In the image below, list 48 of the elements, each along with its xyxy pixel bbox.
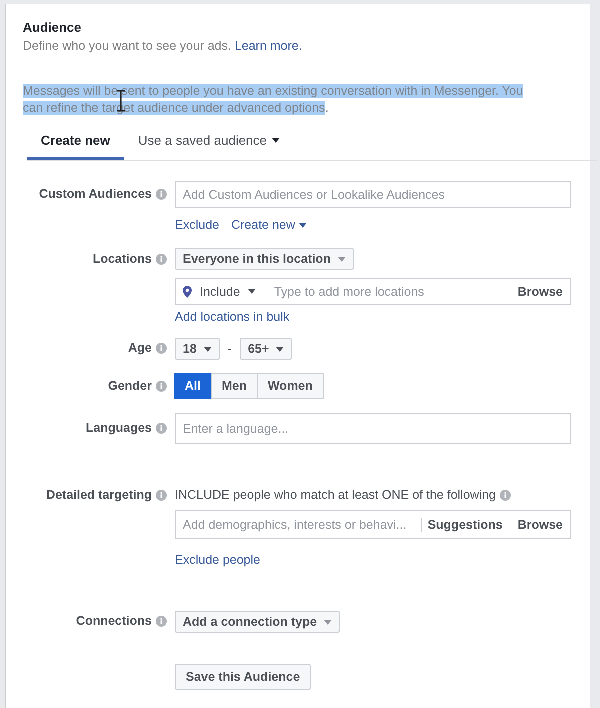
targeting-heading: INCLUDE people who match at least ONE of the following	[175, 488, 496, 502]
field-label: Locations	[92, 252, 152, 266]
info-icon[interactable]	[156, 254, 167, 264]
caret-icon	[276, 346, 284, 352]
connection-type-dropdown[interactable]: Add a connection type	[175, 611, 340, 633]
gender-option[interactable]: All	[174, 373, 212, 399]
learn-more-link[interactable]: Learn more.	[234, 39, 302, 53]
max-age-dropdown[interactable]: 65+	[240, 338, 292, 360]
link[interactable]: Exclude	[175, 218, 220, 232]
age-separator: -	[228, 342, 232, 356]
info-icon[interactable]	[500, 490, 511, 500]
tab[interactable]: Create new	[27, 127, 124, 160]
detailed-targeting-field[interactable]: Add demographics, interests or behavi... Suggestions Browse	[175, 510, 571, 539]
link[interactable]: Create new	[231, 218, 308, 232]
gender-option[interactable]: Men	[210, 373, 258, 399]
save-audience-button[interactable]: Save this Audience	[175, 664, 312, 690]
min-age-dropdown[interactable]: 18	[175, 338, 220, 360]
include-dropdown[interactable]: Include	[183, 284, 256, 298]
info-icon[interactable]	[156, 188, 167, 200]
caret-icon	[338, 256, 346, 262]
tab[interactable]: Use a saved audience	[124, 127, 294, 160]
location-type-dropdown[interactable]: Everyone in this location	[175, 248, 354, 270]
location-pin-icon	[183, 286, 192, 298]
section-description: Define who you want to see your ads. Learn more.	[23, 39, 304, 53]
browse-link[interactable]: Browse	[518, 284, 563, 298]
add-locations-bulk-link[interactable]: Add locations in bulk	[175, 310, 290, 324]
targeting-placeholder: Add demographics, interests or behavi...	[183, 518, 408, 532]
caret-icon	[204, 346, 212, 352]
browse-link[interactable]: Browse	[518, 518, 563, 532]
field-label: Languages	[86, 421, 152, 435]
gender-option[interactable]: Women	[256, 373, 324, 399]
info-icon[interactable]	[156, 490, 167, 500]
caret-icon	[248, 289, 256, 294]
info-icon[interactable]	[156, 616, 167, 626]
field-label: Custom Audiences	[39, 187, 152, 201]
field-label: Detailed targeting	[46, 488, 152, 502]
exclude-people-link[interactable]: Exclude people	[175, 553, 260, 567]
section-title: Audience	[23, 20, 83, 35]
suggestions-link[interactable]: Suggestions	[428, 518, 503, 532]
info-icon[interactable]	[156, 422, 167, 434]
field-label: Connections	[76, 614, 152, 628]
locations-field[interactable]: Include Type to add more locations Browse	[175, 278, 571, 305]
caret-icon	[324, 620, 332, 624]
info-icon[interactable]	[156, 380, 167, 392]
field-label: Age	[128, 341, 152, 355]
field-label: Gender	[108, 379, 152, 393]
locations-placeholder: Type to add more locations	[274, 284, 426, 298]
info-icon[interactable]	[156, 342, 167, 354]
